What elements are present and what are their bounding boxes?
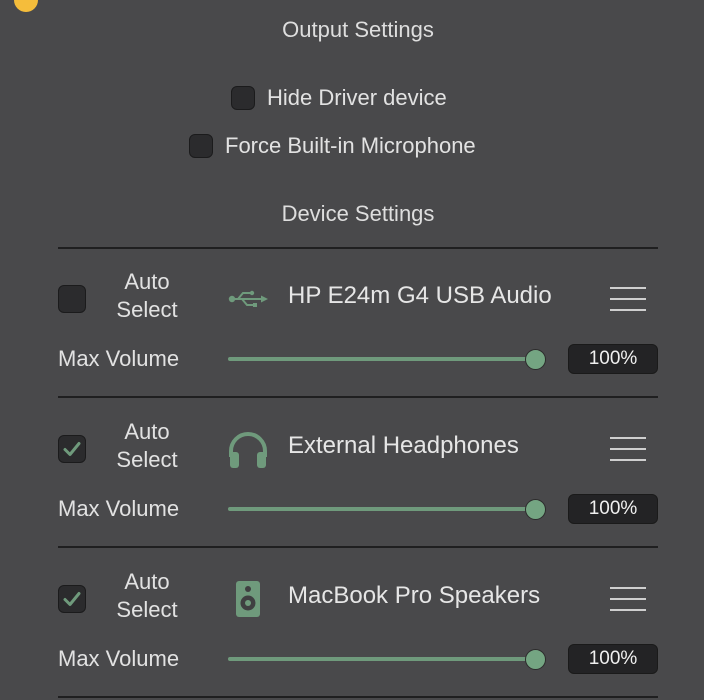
drag-handle-icon[interactable] bbox=[610, 437, 646, 461]
force-builtin-mic-option[interactable]: Force Built-in Microphone bbox=[189, 133, 476, 159]
speaker-icon bbox=[226, 577, 270, 621]
max-volume-slider[interactable] bbox=[228, 647, 546, 671]
max-volume-slider[interactable] bbox=[228, 497, 546, 521]
max-volume-label: Max Volume bbox=[58, 346, 180, 371]
device-row-hp-usb-audio: Auto Select HP E24m G4 USB Audio Max Vol… bbox=[0, 248, 704, 398]
slider-knob[interactable] bbox=[524, 349, 546, 370]
hide-driver-device-checkbox[interactable] bbox=[231, 86, 255, 110]
headphones-icon bbox=[226, 427, 270, 471]
slider-knob[interactable] bbox=[524, 499, 546, 520]
max-volume-value-field[interactable]: 100% bbox=[568, 644, 658, 674]
checkmark-icon bbox=[63, 442, 81, 456]
slider-knob[interactable] bbox=[524, 649, 546, 670]
usb-icon bbox=[226, 277, 270, 321]
auto-select-checkbox[interactable] bbox=[58, 585, 86, 613]
max-volume-slider[interactable] bbox=[228, 347, 546, 371]
max-volume-value-field[interactable]: 100% bbox=[568, 494, 658, 524]
checkmark-icon bbox=[63, 592, 81, 606]
max-volume-label: Max Volume bbox=[58, 646, 180, 671]
drag-handle-icon[interactable] bbox=[610, 587, 646, 611]
max-volume-label: Max Volume bbox=[58, 496, 180, 521]
device-name: External Headphones bbox=[288, 432, 519, 459]
auto-select-checkbox[interactable] bbox=[58, 285, 86, 313]
auto-select-checkbox[interactable] bbox=[58, 435, 86, 463]
hide-driver-device-label: Hide Driver device bbox=[267, 85, 447, 110]
device-name: MacBook Pro Speakers bbox=[288, 582, 541, 609]
force-builtin-mic-checkbox[interactable] bbox=[189, 134, 213, 158]
slider-fill bbox=[228, 357, 535, 361]
hide-driver-device-option[interactable]: Hide Driver device bbox=[231, 85, 447, 111]
device-row-external-headphones: Auto Select External Headphones Max Volu… bbox=[0, 398, 704, 548]
max-volume-value-field[interactable]: 100% bbox=[568, 344, 658, 374]
drag-handle-icon[interactable] bbox=[610, 287, 646, 311]
auto-select-label: Auto Select bbox=[116, 569, 178, 622]
slider-fill bbox=[228, 657, 535, 661]
device-settings-heading: Device Settings bbox=[281, 201, 435, 226]
auto-select-label: Auto Select bbox=[116, 269, 178, 322]
force-builtin-mic-label: Force Built-in Microphone bbox=[225, 133, 476, 158]
auto-select-label: Auto Select bbox=[116, 419, 178, 472]
divider bbox=[58, 696, 658, 698]
output-settings-heading: Output Settings bbox=[282, 17, 434, 42]
slider-fill bbox=[228, 507, 535, 511]
window-minimize-button[interactable] bbox=[14, 0, 38, 12]
device-row-macbook-speakers: Auto Select MacBook Pro Speakers Max Vol… bbox=[0, 548, 704, 698]
device-name: HP E24m G4 USB Audio bbox=[288, 282, 552, 309]
